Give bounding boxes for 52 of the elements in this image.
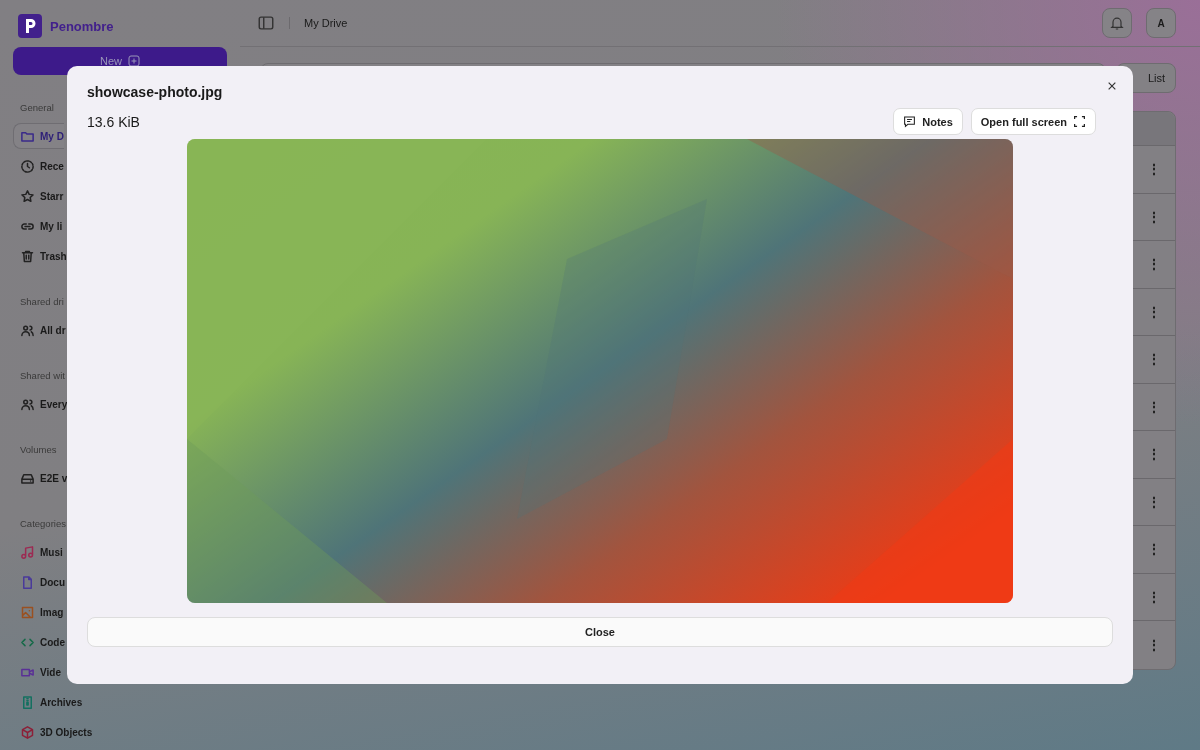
row-menu-button[interactable]: ⋮ [1147, 398, 1161, 415]
sidebar-item[interactable]: Archives [13, 689, 83, 715]
sidebar-item[interactable]: Code [13, 629, 65, 655]
sidebar-item[interactable]: Every [13, 391, 68, 417]
row-menu-button[interactable]: ⋮ [1147, 161, 1161, 178]
close-button[interactable]: Close [87, 617, 1113, 647]
row-menu-button[interactable]: ⋮ [1147, 493, 1161, 510]
section-title: Volumes [19, 444, 57, 456]
close-icon[interactable] [1107, 81, 1117, 91]
plus-icon [128, 55, 140, 67]
sidebar-item[interactable]: Starr [13, 183, 64, 209]
section-title: Shared dri [19, 296, 64, 308]
sidebar-item[interactable]: My li [13, 213, 63, 239]
sidebar-item[interactable]: Musi [13, 539, 63, 565]
breadcrumb[interactable]: My Drive [289, 17, 348, 29]
bell-icon [1109, 15, 1125, 31]
app-name: Penombre [50, 18, 114, 34]
row-menu-button[interactable]: ⋮ [1147, 303, 1161, 320]
row-menu-button[interactable]: ⋮ [1147, 588, 1161, 605]
file-size: 13.6 KiB [87, 113, 140, 130]
row-menu-button[interactable]: ⋮ [1147, 351, 1161, 368]
sidebar-item[interactable]: Trash [13, 243, 67, 269]
notes-icon [903, 115, 917, 128]
row-menu-button[interactable]: ⋮ [1147, 636, 1161, 653]
section-title: Categories [19, 518, 66, 530]
sidebar-item[interactable]: Imag [13, 599, 64, 625]
sidebar-toggle-icon[interactable] [257, 14, 275, 32]
sidebar-item[interactable]: Docu [13, 569, 65, 595]
sidebar-item[interactable]: My D [13, 123, 64, 149]
section-title: Shared wit [19, 370, 65, 382]
row-menu-button[interactable]: ⋮ [1147, 446, 1161, 463]
dialog-title: showcase-photo.jpg [87, 84, 224, 100]
people-icon [20, 322, 35, 338]
row-menu-button[interactable]: ⋮ [1147, 208, 1161, 225]
notification-button[interactable] [1102, 8, 1132, 38]
notes-button[interactable]: Notes [893, 108, 963, 135]
fullscreen-icon [1073, 115, 1086, 128]
row-menu-button[interactable]: ⋮ [1147, 541, 1161, 558]
section-title: General [19, 102, 54, 114]
logo-icon [18, 14, 42, 38]
sidebar-item[interactable]: 3D Objects [13, 719, 93, 745]
sidebar-item[interactable]: E2E v [13, 465, 68, 491]
full-screen-button[interactable]: Open full screen [970, 108, 1096, 135]
clock-icon [20, 158, 35, 174]
sidebar-item[interactable]: All dr [13, 317, 66, 343]
row-menu-button[interactable]: ⋮ [1147, 256, 1161, 273]
sidebar-item[interactable]: Rece [13, 153, 64, 179]
avatar-button[interactable]: A [1146, 8, 1176, 38]
trash-icon [20, 248, 35, 264]
star-icon [20, 188, 35, 204]
sidebar-item[interactable]: Vide [13, 659, 61, 685]
people-icon [20, 396, 35, 412]
